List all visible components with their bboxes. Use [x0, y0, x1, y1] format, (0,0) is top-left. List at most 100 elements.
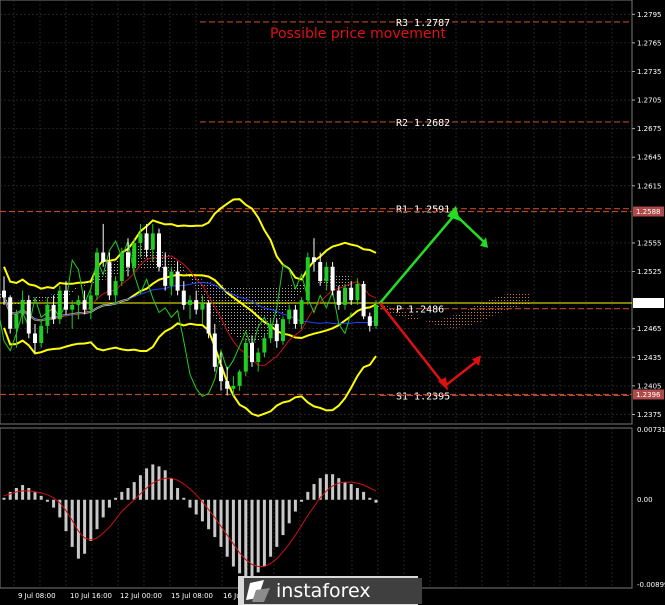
price-badge-text: 1.2492: [636, 299, 661, 307]
candle-body: [157, 233, 161, 267]
macd-bar: [64, 499, 68, 532]
candle-body: [312, 257, 316, 263]
macd-bar: [312, 484, 316, 500]
candle-body: [33, 333, 37, 344]
macd-bar: [163, 470, 167, 500]
macd-bar: [238, 499, 242, 574]
time-tick-label: 10 Jul 16:00: [70, 592, 112, 600]
candle-body: [361, 283, 366, 317]
macd-bar: [45, 499, 49, 502]
macd-bar: [355, 487, 359, 500]
candle-body: [318, 262, 323, 282]
candle-body: [194, 300, 199, 310]
price-tick-label: 1.2645: [637, 154, 662, 162]
candle-body: [107, 262, 112, 296]
macd-bar: [374, 499, 378, 503]
price-tick-label: 1.2465: [637, 325, 662, 333]
candle: [206, 300, 211, 339]
candle-body: [14, 314, 19, 329]
macd-bar: [132, 482, 136, 500]
candle-body: [169, 271, 174, 286]
candle-body: [330, 266, 335, 291]
level-label-r1: R1 1.2591: [396, 205, 450, 216]
candle-body: [45, 304, 50, 326]
macd-bar: [207, 499, 211, 530]
candle-body: [200, 302, 205, 310]
macd-bar: [194, 499, 198, 515]
candle: [361, 281, 366, 320]
macd-bar: [219, 499, 223, 547]
candle-body: [132, 242, 137, 267]
macd-bar: [300, 499, 304, 502]
time-tick-label: 15 Jul 08:00: [171, 592, 213, 600]
macd-bar: [70, 499, 74, 547]
candle-body: [144, 233, 149, 250]
candle-body: [20, 300, 25, 315]
macd-bar: [107, 499, 111, 508]
candle-body: [374, 304, 378, 326]
candle-body: [243, 343, 248, 372]
candle: [8, 295, 13, 334]
chart-title: Possible price movement: [270, 26, 446, 42]
candle-body: [305, 257, 310, 301]
price-tick-label: 1.2405: [637, 382, 662, 390]
forex-chart: R3 1.2787R2 1.2682R1 1.2591P 1.2486S1 1.…: [0, 0, 665, 605]
level-label-p: P 1.2486: [396, 305, 444, 316]
macd-bar: [182, 497, 186, 500]
macd-bar: [33, 491, 37, 500]
macd-bar: [21, 485, 25, 500]
price-badge: 1.2588: [633, 206, 664, 217]
candle-body: [70, 304, 75, 310]
price-tick-label: 1.2615: [637, 182, 662, 190]
candle-body: [225, 381, 230, 389]
macd-bar: [101, 499, 105, 518]
macd-bar: [244, 499, 248, 579]
level-label-s1: S1 1.2395: [396, 391, 450, 402]
macd-bar: [368, 497, 372, 500]
candle-body: [250, 343, 254, 363]
candle-body: [2, 290, 6, 298]
candle-body: [150, 233, 155, 250]
candle: [305, 252, 310, 305]
macd-bar: [337, 478, 341, 500]
candle-body: [138, 233, 143, 243]
macd-bar: [256, 499, 260, 573]
candle-body: [88, 295, 93, 310]
candle-body: [262, 338, 267, 353]
candle-body: [336, 290, 341, 305]
macd-tick-label: 0.00731: [637, 426, 665, 434]
candle-body: [367, 316, 372, 326]
macd-bar: [169, 478, 173, 500]
candle-body: [281, 319, 285, 342]
candle-body: [126, 252, 130, 267]
macd-bar: [145, 468, 149, 500]
macd-bar: [2, 497, 6, 500]
candle-body: [268, 323, 273, 339]
candle: [330, 262, 335, 296]
candle-body: [299, 300, 304, 324]
price-badge-text: 1.2588: [636, 208, 661, 216]
macd-bar: [120, 491, 124, 500]
price-tick-label: 1.2765: [637, 39, 662, 47]
macd-bar: [324, 474, 328, 500]
macd-bar: [14, 487, 18, 500]
candle-body: [119, 252, 124, 282]
candle-body: [39, 325, 44, 344]
candle-body: [163, 266, 168, 286]
candle: [281, 316, 285, 345]
candle-body: [101, 252, 106, 263]
macd-bar: [126, 487, 130, 500]
candle-body: [26, 300, 31, 334]
candle: [26, 295, 31, 339]
candle-body: [175, 271, 180, 291]
candle: [57, 285, 62, 324]
candle-body: [51, 304, 56, 320]
candle-body: [293, 309, 298, 324]
macd-bar: [362, 491, 366, 500]
level-label-r2: R2 1.2682: [396, 118, 450, 129]
price-badge-text: 1.2396: [636, 391, 661, 399]
price-tick-label: 1.2435: [637, 354, 662, 362]
candle-body: [113, 281, 118, 296]
macd-bar: [269, 499, 273, 557]
price-tick-label: 1.2705: [637, 97, 662, 105]
